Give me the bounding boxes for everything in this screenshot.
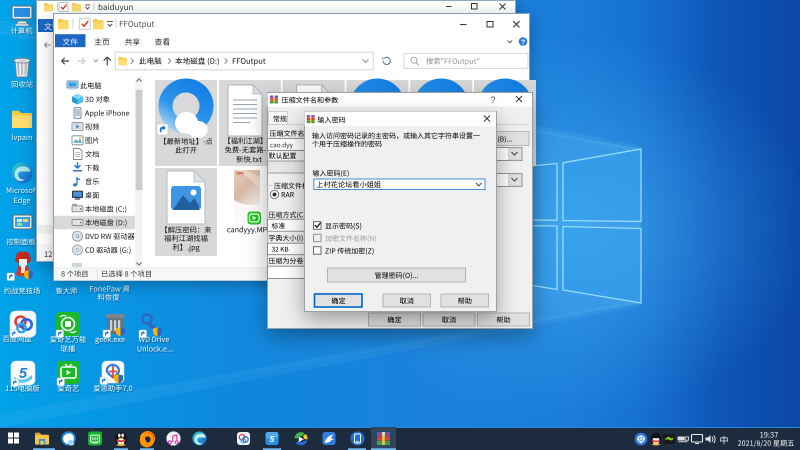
- svg-text:5: 5: [19, 366, 28, 382]
